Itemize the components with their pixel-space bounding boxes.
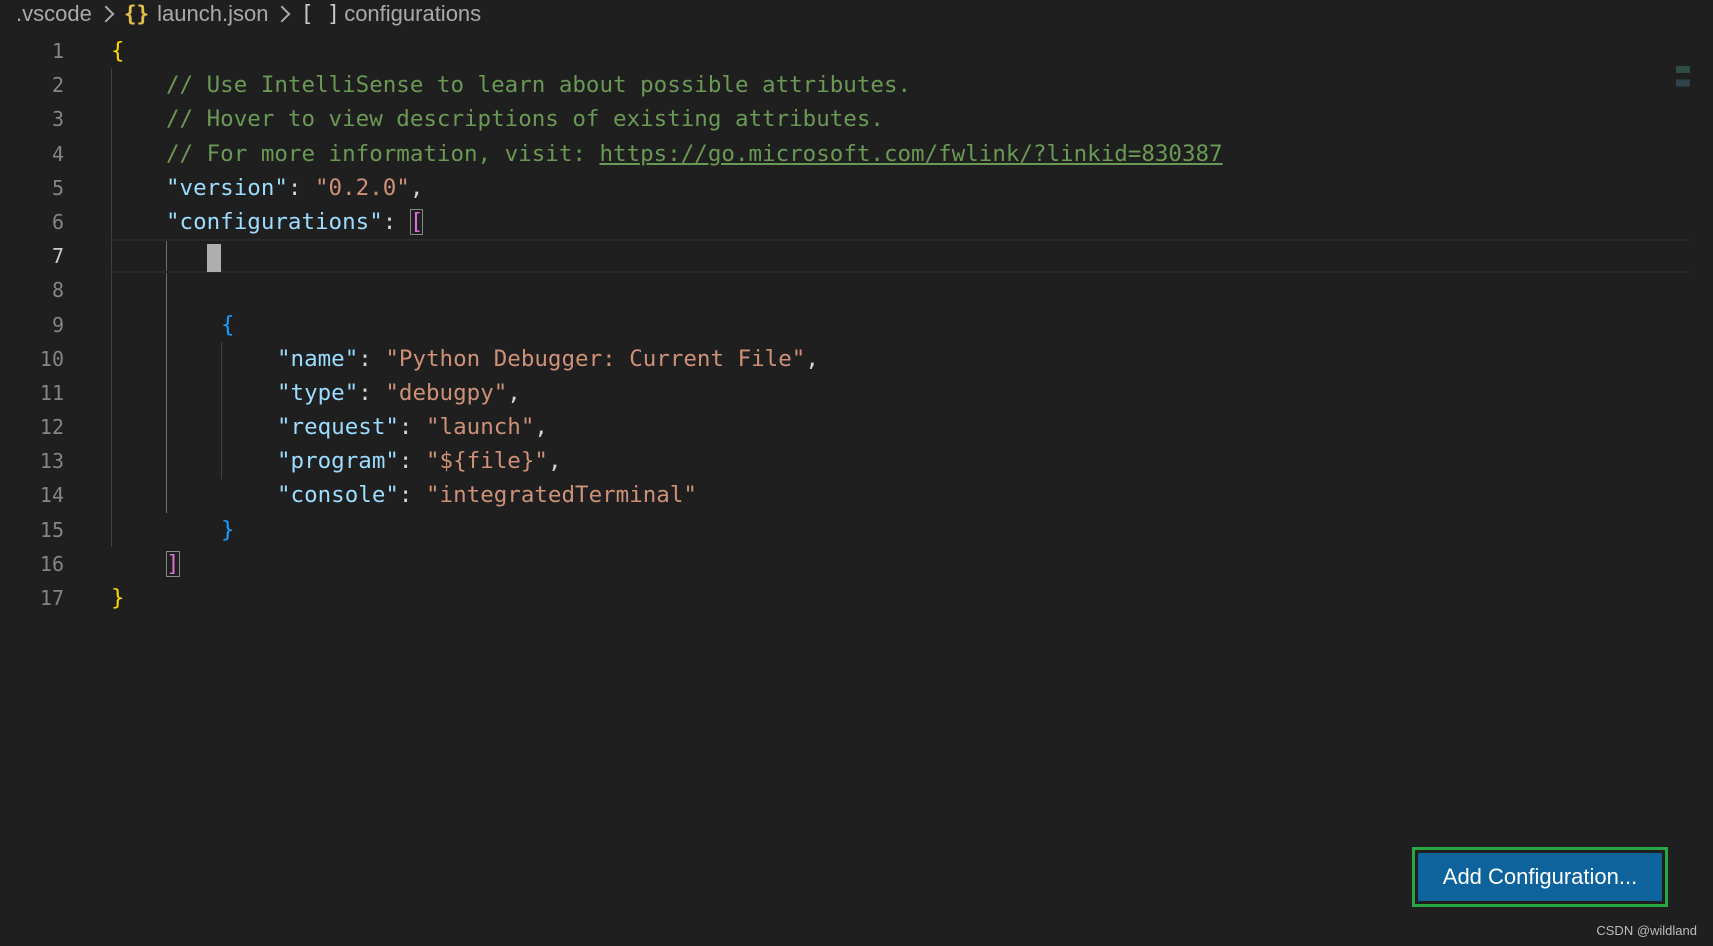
close-bracket: ] [166,550,180,577]
code-line: "program": "${file}", [277,448,562,475]
code-line: } [111,581,1690,615]
code-line: "configurations": [ [166,208,424,235]
line-number: 5 [51,175,64,200]
line-number: 9 [51,312,64,337]
line-number: 17 [39,586,64,610]
json-string: "Python Debugger: Current File" [385,345,806,372]
line-number: 13 [39,449,64,474]
code-line: } [111,513,1690,547]
open-brace: { [221,311,235,338]
json-string: "debugpy" [385,379,508,406]
json-key: "request" [277,414,399,441]
code-line: "version": "0.2.0", [166,174,424,201]
line-number: 1 [51,39,64,63]
line-number: 14 [39,483,64,508]
breadcrumb-file-label: launch.json [157,1,269,26]
code-line: "console": "integratedTerminal" [277,482,697,509]
line-number: 2 [51,73,64,98]
code-line: // Hover to view descriptions of existin… [111,102,1690,136]
json-key: "name" [277,345,359,372]
line-number: 11 [39,380,64,405]
line-number: 10 [39,346,64,371]
breadcrumb-file[interactable]: {} launch.json [124,1,269,27]
code-line: { [111,34,1690,68]
code-line: "request": "launch", [277,414,548,441]
text-cursor [207,244,221,273]
code-line: "type": "debugpy", [277,379,521,406]
json-key: "program" [277,448,399,475]
json-key: "type" [277,379,359,406]
code-content[interactable]: { // Use IntelliSense to learn about pos… [111,34,1690,615]
line-number: 6 [51,209,64,234]
breadcrumb-folder[interactable]: .vscode [16,1,92,27]
open-brace: { [111,38,125,64]
breadcrumb-symbol-label: configurations [344,1,482,26]
line-number-active: 7 [51,244,64,269]
json-key: "console" [277,482,399,509]
json-string: "launch" [426,414,535,441]
code-line: "name": "Python Debugger: Current File", [277,345,819,372]
json-file-icon: {} [123,2,150,26]
chevron-right-icon [97,5,115,23]
line-number: 12 [39,415,64,440]
minimap[interactable] [1676,66,1690,100]
json-string: "0.2.0" [315,174,410,201]
code-line: { [111,308,1690,342]
chevron-right-icon [273,5,291,23]
code-line: ] [111,547,1690,581]
docs-link[interactable]: https://go.microsoft.com/fwlink/?linkid=… [599,141,1222,167]
line-number: 8 [51,278,64,303]
code-line: // For more information, visit: https://… [111,137,1690,171]
code-editor[interactable]: 1 2 3 4 5 6 7 8 9 10 11 12 13 14 15 16 1… [0,34,1690,634]
comment: // For more information, visit: [166,140,600,167]
add-configuration-button[interactable]: Add Configuration... [1418,853,1662,901]
close-brace: } [111,585,125,611]
watermark: CSDN @wildland [1596,923,1697,938]
open-bracket: [ [409,208,424,235]
json-string: "integratedTerminal" [426,482,697,509]
array-symbol-icon: [ ] [300,2,341,27]
breadcrumb: .vscode {} launch.json [ ] configurations [16,0,481,28]
line-number: 4 [51,141,64,166]
line-number: 15 [39,517,64,542]
line-number: 3 [51,107,64,132]
line-number: 16 [39,551,64,576]
line-number-gutter: 1 2 3 4 5 6 7 8 9 10 11 12 13 14 15 16 1… [0,34,80,615]
code-line-current [111,239,1690,274]
json-key: "configurations" [166,208,383,235]
comment: // Hover to view descriptions of existin… [166,106,884,133]
breadcrumb-symbol[interactable]: [ ] configurations [300,1,481,27]
close-brace: } [221,516,235,543]
code-line: // Use IntelliSense to learn about possi… [111,68,1690,102]
comment: // Use IntelliSense to learn about possi… [166,72,912,99]
json-string: "${file}" [426,448,548,475]
add-configuration-highlight: Add Configuration... [1412,847,1668,907]
json-key: "version" [166,174,288,201]
